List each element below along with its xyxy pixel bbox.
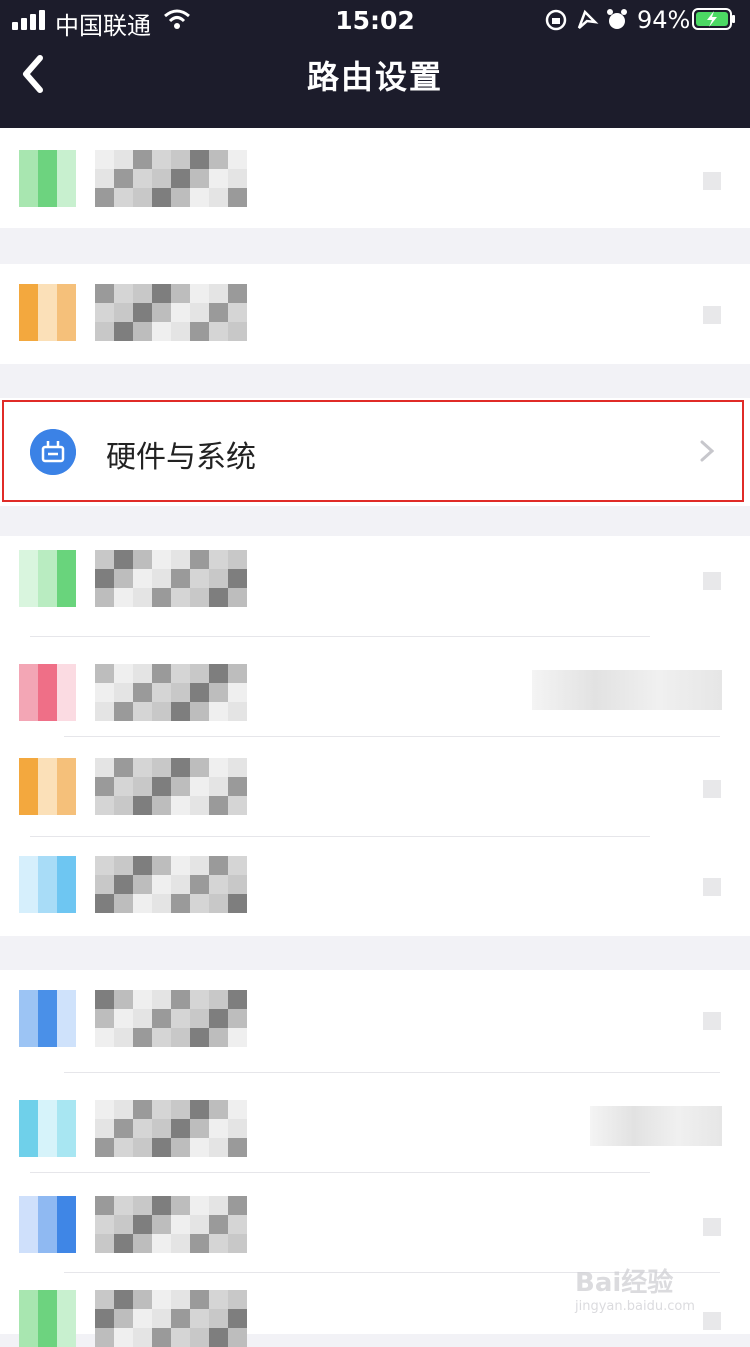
status-bar: 中国联通 15:02 94% [0,0,750,40]
alarm-icon [607,9,627,29]
list-item-value [590,1106,722,1146]
list-item-label [95,1100,247,1157]
list-item-label [95,1290,247,1347]
watermark-text: Bai经验 [575,1268,674,1298]
list-item-icon [19,284,76,341]
row-divider [64,736,720,737]
list-item-accessory [703,572,721,590]
list-item-label [95,664,247,721]
router-icon [30,429,76,475]
chevron-right-icon [700,440,714,462]
list-item-icon [19,856,76,913]
list-item-label [95,856,247,913]
page-title: 路由设置 [306,58,443,96]
list-item-label [95,550,247,607]
row-divider [30,1172,650,1173]
list-item-icon [19,1290,76,1347]
list-item-icon [19,758,76,815]
list-item-accessory [703,878,721,896]
location-icon [577,9,599,29]
list-item-accessory [703,780,721,798]
list-item-label [95,1196,247,1253]
list-item-icon [19,150,76,207]
list-item-label [95,990,247,1047]
watermark-sub: jingyan.baidu.com [575,1299,695,1314]
list-item-icon [19,550,76,607]
watermark: Bai经验 jingyan.baidu.com [575,1262,695,1314]
list-item-label [95,284,247,341]
status-icons [545,9,627,31]
orientation-lock-icon [545,9,567,31]
battery-percent: 94% [637,6,691,34]
list-item-accessory [703,1218,721,1236]
row-divider [30,636,650,637]
battery-charging-icon [692,8,735,30]
list-item-accessory [703,306,721,324]
list-item-icon [19,664,76,721]
row-divider [64,1072,720,1073]
hardware-system-label: 硬件与系统 [106,440,256,475]
list-item-label [95,758,247,815]
list-item-icon [19,1196,76,1253]
list-item-label [95,150,247,207]
header: 中国联通 15:02 94% 路由设置 [0,0,750,128]
list-item-accessory [703,1312,721,1330]
list-item-value [532,670,722,710]
list-item-accessory [703,172,721,190]
list-item-icon [19,990,76,1047]
list-item-icon [19,1100,76,1157]
list-item-accessory [703,1012,721,1030]
row-divider [30,836,650,837]
